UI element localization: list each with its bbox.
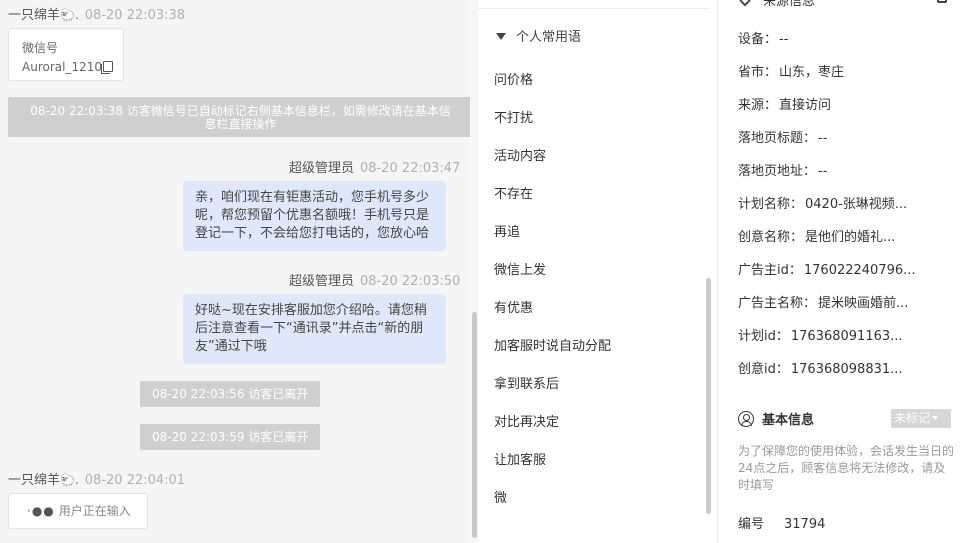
info-row-advertiser-id: 广告主id： 176022240796...	[738, 259, 916, 278]
phrase-item[interactable]: 对比再决定	[494, 411, 559, 430]
basic-info-title-text: 基本信息	[762, 413, 815, 428]
sender-name: 超级管理员	[289, 274, 355, 289]
info-value: 是他们的婚礼...	[805, 230, 896, 245]
info-value: 176368091163...	[790, 329, 903, 344]
info-value: 0420-张琳视频...	[805, 197, 908, 212]
agent-message-bubble: 好哒~现在安排客服加您介绍哈。请您稍后注意查看一下“通讯录”并点击“新的朋友”通…	[183, 294, 446, 364]
phrase-item[interactable]: 不打扰	[494, 107, 533, 126]
edit-icon[interactable]	[937, 0, 947, 3]
message-time: 08-20 22:04:01	[84, 473, 186, 488]
phrases-scrollbar[interactable]	[706, 278, 711, 514]
info-value: 31794	[784, 517, 826, 532]
info-value: --	[818, 131, 828, 146]
caret-down-icon	[496, 33, 506, 40]
info-row-landing-url: 落地页地址： --	[738, 160, 827, 179]
message-time: 08-20 22:03:50	[360, 274, 461, 289]
phrase-item[interactable]: 问价格	[494, 69, 533, 88]
info-row-creative-id: 创意id： 176368098831...	[738, 358, 903, 377]
info-value: --	[779, 32, 789, 47]
info-label: 设备：	[738, 32, 778, 47]
info-value: --	[818, 164, 828, 179]
info-label: 落地页标题：	[738, 131, 817, 146]
info-label: 广告主名称：	[738, 296, 817, 311]
message-sender-row: 超级管理员 08-20 22:03:47	[289, 157, 460, 176]
info-row-number: 编号 31794	[738, 513, 825, 532]
customer-info-panel: 来源信息 设备： -- 省市： 山东，枣庄 来源： 直接访问 落地页标题： -- 落地页…	[719, 0, 968, 543]
basic-info-title: 基本信息	[738, 409, 814, 428]
tag-dropdown[interactable]: 未标记	[891, 409, 951, 428]
copy-icon[interactable]	[101, 61, 113, 74]
phrases-group-title: 个人常用语	[516, 30, 582, 45]
wechat-id-value: Auroral_1210	[22, 60, 102, 74]
edit-notice: 为了保障您的使用体验，会话发生当日的24点之后，顾客信息将无法修改，请及时填写	[738, 444, 955, 492]
message-sender-row: 超级管理员 08-20 22:03:50	[289, 270, 460, 289]
phrase-item[interactable]: 让加客服	[494, 449, 546, 468]
info-value: 直接访问	[779, 98, 832, 113]
info-row-advertiser-name: 广告主名称： 提米映画婚前...	[738, 292, 908, 311]
info-label: 创意id：	[738, 362, 789, 377]
chat-scrollbar[interactable]	[471, 0, 478, 543]
info-value: 176022240796...	[803, 263, 916, 278]
wechat-id-label: 微信号	[22, 41, 59, 55]
info-row-creative-name: 创意名称： 是他们的婚礼...	[738, 226, 895, 245]
info-value: 山东，枣庄	[779, 65, 845, 80]
info-value: 提米映画婚前...	[818, 296, 909, 311]
info-label: 来源：	[738, 98, 778, 113]
phrase-item[interactable]: 加客服时说自动分配	[494, 335, 611, 354]
sender-name: 一只绵羊	[8, 473, 61, 488]
chat-panel: 一只绵羊🐑. 08-20 22:03:38 微信号 Auroral_1210 08…	[0, 0, 470, 543]
info-value: 176368098831...	[790, 362, 903, 377]
divider	[478, 8, 710, 9]
message-sender-row: 一只绵羊🐑. 08-20 22:03:38	[8, 4, 185, 23]
info-row-plan-id: 计划id： 176368091163...	[738, 325, 903, 344]
wechat-id-card: 微信号 Auroral_1210	[8, 28, 124, 81]
system-notice: 08-20 22:03:38 访客微信号已自动标记右侧基本信息栏，如需修改请在基…	[8, 97, 470, 137]
info-label: 计划id：	[738, 329, 789, 344]
caret-down-icon	[932, 416, 939, 420]
info-label: 省市：	[738, 65, 778, 80]
info-row-device: 设备： --	[738, 28, 788, 47]
sender-name: 一只绵羊	[8, 8, 61, 23]
phrase-item[interactable]: 微信上发	[494, 259, 546, 278]
phrases-group-toggle[interactable]: 个人常用语	[496, 26, 581, 45]
phrase-item[interactable]: 有优惠	[494, 297, 533, 316]
chat-scrollbar-thumb[interactable]	[472, 312, 477, 538]
system-notice: 08-20 22:03:59 访客已离开	[140, 424, 321, 450]
phrase-item[interactable]: 微	[494, 487, 507, 506]
typing-text: 用户正在输入	[58, 504, 131, 518]
phrase-item[interactable]: 再追	[494, 221, 520, 240]
phrase-item[interactable]: 活动内容	[494, 145, 546, 164]
sender-name: 超级管理员	[289, 161, 355, 176]
info-label: 广告主id：	[738, 263, 802, 278]
agent-message-bubble: 亲，咱们现在有钜惠活动，您手机号多少呢，帮您预留个优惠名额哦！手机号只是登记一下…	[183, 181, 446, 251]
info-label: 落地页地址：	[738, 164, 817, 179]
message-time: 08-20 22:03:38	[84, 8, 186, 23]
info-row-region: 省市： 山东，枣庄	[738, 61, 844, 80]
typing-indicator: ·●● 用户正在输入	[8, 493, 148, 529]
message-sender-row: 一只绵羊🐑. 08-20 22:04:01	[8, 469, 185, 488]
sheep-emoji: 🐑.	[60, 8, 79, 22]
phrases-panel: 个人常用语 问价格 不打扰 活动内容 不存在 再追 微信上发 有优惠 加客服时说…	[478, 0, 718, 543]
sheep-emoji: 🐑.	[60, 473, 79, 487]
info-label: 编号	[738, 517, 765, 532]
info-row-plan-name: 计划名称： 0420-张琳视频...	[738, 193, 907, 212]
info-label: 创意名称：	[738, 230, 804, 245]
phrase-item[interactable]: 拿到联系后	[494, 373, 559, 392]
info-row-landing-title: 落地页标题： --	[738, 127, 827, 146]
tag-dropdown-label: 未标记	[894, 411, 931, 425]
typing-dots-icon: ·●●	[27, 504, 55, 518]
user-circle-icon	[738, 411, 754, 427]
info-row-source: 来源： 直接访问	[738, 94, 831, 113]
system-notice: 08-20 22:03:56 访客已离开	[140, 381, 321, 407]
phrase-item[interactable]: 不存在	[494, 183, 533, 202]
location-icon	[736, 0, 754, 7]
source-info-title: 来源信息	[763, 0, 816, 9]
info-label: 计划名称：	[738, 197, 804, 212]
message-time: 08-20 22:03:47	[360, 161, 461, 176]
